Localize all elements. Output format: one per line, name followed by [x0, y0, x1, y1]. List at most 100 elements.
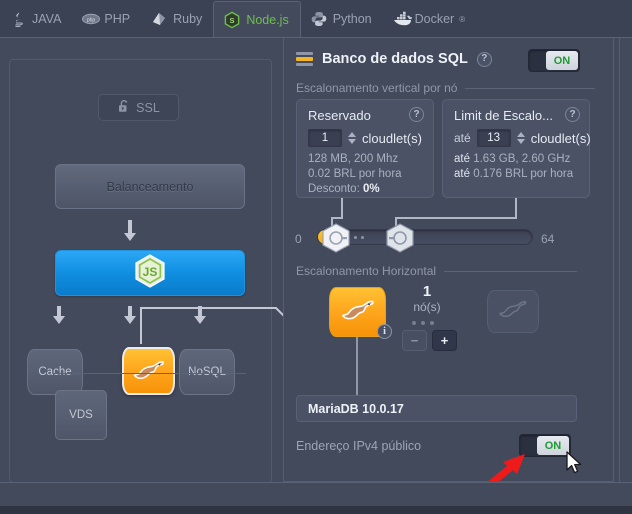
db-node-placeholder[interactable]: [487, 290, 539, 333]
tab-python[interactable]: Python: [301, 0, 383, 38]
ruby-icon: [150, 10, 168, 28]
tab-php[interactable]: php PHP: [72, 0, 141, 38]
node-name-connector: [356, 337, 358, 395]
section-text: Escalonamento Horizontal: [296, 264, 437, 278]
tab-ruby[interactable]: Ruby: [141, 0, 213, 38]
panel-right-gutter: [619, 38, 632, 482]
spinner-down-icon[interactable]: [516, 139, 525, 144]
svg-text:JS: JS: [143, 265, 158, 279]
question-mark-icon[interactable]: ?: [476, 51, 492, 67]
node-info-icon[interactable]: i: [377, 324, 392, 339]
increase-nodes-button[interactable]: +: [432, 330, 457, 351]
environment-topology: Balanceamento JS Cache NoSQL VDS: [9, 59, 272, 483]
slider-range-dots: [354, 236, 364, 239]
topology-panel-connector: [140, 307, 289, 344]
php-icon: php: [81, 10, 101, 28]
question-mark-icon[interactable]: ?: [565, 107, 580, 122]
registered-mark: ®: [459, 14, 466, 24]
limit-prefix: até: [454, 131, 471, 145]
mariadb-seal-icon: [130, 356, 168, 387]
question-mark-icon[interactable]: ?: [409, 107, 424, 122]
flow-arrow-head: [53, 316, 65, 324]
cloudlet-slider[interactable]: 0 64: [284, 222, 615, 256]
reserved-spec: 128 MB, 200 Mhz: [308, 153, 399, 165]
ipv4-label: Endereço IPv4 público: [296, 439, 422, 453]
card-title: Limit de Escalo...: [454, 108, 553, 123]
reserved-cloudlets-input[interactable]: 1: [308, 129, 342, 147]
reserved-discount: Desconto: 0%: [308, 182, 402, 197]
language-tab-bar: JAVA php PHP Ruby S Node.js Python Docke…: [0, 0, 632, 38]
discount-value: 0%: [362, 183, 380, 195]
flow-arrow-head: [124, 316, 136, 324]
tab-docker[interactable]: Docker ®: [383, 0, 477, 38]
toggle-knob: ON: [546, 51, 578, 70]
toggle-label: ON: [544, 439, 562, 452]
tab-label: JAVA: [32, 11, 62, 26]
tab-nodejs[interactable]: S Node.js: [213, 1, 301, 38]
database-enable-toggle[interactable]: ON: [528, 49, 580, 72]
tab-java[interactable]: JAVA: [0, 0, 72, 38]
nodejs-hexagon-icon: JS: [133, 253, 167, 294]
nodejs-icon: S: [223, 11, 241, 29]
limit-cloudlets-input[interactable]: 13: [476, 129, 511, 147]
db-name-value: MariaDB 10.0.17: [308, 401, 404, 416]
cache-label: Cache: [38, 366, 72, 378]
limit-spinner[interactable]: [516, 132, 525, 144]
tab-label: Node.js: [246, 12, 289, 27]
python-icon: [310, 10, 328, 28]
flow-arrow-head: [124, 233, 136, 241]
tab-label: PHP: [104, 11, 131, 26]
spinner-up-icon[interactable]: [348, 132, 356, 137]
limit-price-row: até 0.176 BRL por hora: [454, 167, 573, 182]
spinner-up-icon[interactable]: [516, 132, 525, 137]
cache-node[interactable]: Cache: [27, 349, 83, 395]
nosql-node[interactable]: NoSQL: [179, 349, 235, 395]
discount-label: Desconto:: [308, 183, 360, 195]
vds-node[interactable]: VDS: [55, 390, 107, 440]
reserved-cloudlets-card: Reservado ? 1 cloudlet(s) 128 MB, 200 Mh…: [296, 99, 434, 198]
unlocked-padlock-icon: [117, 99, 131, 117]
node-unit-label: nó(s): [413, 300, 441, 314]
node-progress-dots: [412, 321, 434, 325]
limit-spec-prefix: até: [454, 153, 470, 165]
reserved-value-row: 1 cloudlet(s): [308, 129, 422, 147]
reserved-spinner[interactable]: [348, 132, 356, 144]
svg-text:php: php: [87, 18, 96, 24]
tab-label: Docker: [414, 11, 455, 26]
toggle-knob: ON: [537, 436, 569, 455]
balancer-node[interactable]: Balanceamento: [55, 164, 245, 209]
mariadb-seal-outline-icon: [496, 296, 530, 327]
spinner-down-icon[interactable]: [348, 139, 356, 144]
card-title: Reservado: [308, 108, 371, 123]
reserved-unit: cloudlet(s): [362, 130, 422, 146]
reserved-slider-handle[interactable]: [320, 223, 352, 258]
minus-icon: −: [410, 333, 419, 348]
panel-header: Banco de dados SQL ?: [296, 51, 492, 67]
db-stack-icon: [296, 51, 313, 67]
topology-divider: [54, 373, 246, 374]
horizontal-scaling-section-label: Escalonamento Horizontal: [296, 264, 578, 278]
slider-min-label: 0: [295, 232, 302, 246]
limit-spec-row: até 1.63 GB, 2.60 GHz: [454, 152, 573, 167]
mouse-cursor: [566, 451, 582, 474]
limit-price-prefix: até: [454, 168, 470, 180]
panel-title: Banco de dados SQL: [322, 51, 468, 67]
app-server-node[interactable]: JS: [55, 250, 245, 296]
limit-unit: cloudlet(s): [530, 130, 591, 146]
ssl-badge[interactable]: SSL: [98, 94, 179, 121]
mariadb-seal-icon: [338, 295, 378, 330]
limit-slider-handle[interactable]: [384, 223, 416, 258]
sql-database-node[interactable]: [122, 347, 175, 395]
limit-value-row: até 13 cloudlet(s): [454, 129, 591, 147]
plus-icon: +: [440, 333, 449, 348]
decrease-nodes-button[interactable]: −: [402, 330, 427, 351]
nosql-label: NoSQL: [188, 366, 226, 378]
slider-max-label: 64: [541, 232, 555, 246]
db-name-field[interactable]: MariaDB 10.0.17: [296, 395, 577, 422]
java-icon: [9, 10, 27, 28]
window-bottom-bar: [0, 506, 632, 514]
reserved-price: 0.02 BRL por hora: [308, 168, 402, 180]
info-label: i: [383, 326, 386, 337]
section-rule: [444, 270, 578, 272]
scaling-limit-card: Limit de Escalo... ? até 13 cloudlet(s) …: [442, 99, 591, 198]
